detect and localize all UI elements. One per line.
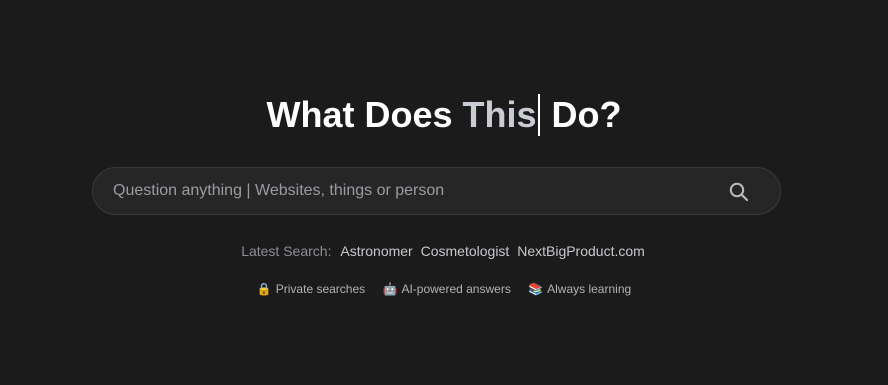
search-input[interactable]: [113, 168, 713, 214]
title-highlight-word: This: [462, 94, 537, 135]
latest-search-link[interactable]: Cosmetologist: [421, 243, 510, 259]
title-text-after: Do?: [551, 94, 622, 135]
search-button[interactable]: [728, 181, 750, 203]
latest-search-link[interactable]: Astronomer: [340, 243, 412, 259]
feature-private-searches: 🔒 Private searches: [257, 281, 365, 297]
title-text-before: What Does: [266, 94, 453, 135]
feature-list: 🔒 Private searches 🤖 AI-powered answers 📚 A…: [0, 281, 888, 297]
page: What Does This Do? Latest Search: Astrono…: [0, 0, 888, 385]
page-title: What Does This Do?: [0, 93, 888, 137]
books-icon: 📚: [528, 282, 544, 296]
feature-label: AI-powered answers: [401, 282, 511, 296]
feature-always-learning: 📚 Always learning: [528, 281, 631, 297]
feature-label: Always learning: [547, 282, 632, 296]
feature-ai-powered-answers: 🤖 AI-powered answers: [382, 281, 510, 297]
latest-searches-label: Latest Search:: [241, 243, 332, 259]
latest-searches: Latest Search: Astronomer Cosmetologist …: [0, 242, 888, 260]
feature-label: Private searches: [275, 282, 366, 296]
search-bar: [92, 167, 781, 215]
lock-icon: 🔒: [256, 282, 272, 296]
typing-caret: [537, 94, 540, 136]
robot-icon: 🤖: [382, 282, 398, 296]
search-icon: [729, 182, 749, 202]
latest-search-link[interactable]: NextBigProduct.com: [517, 243, 645, 259]
